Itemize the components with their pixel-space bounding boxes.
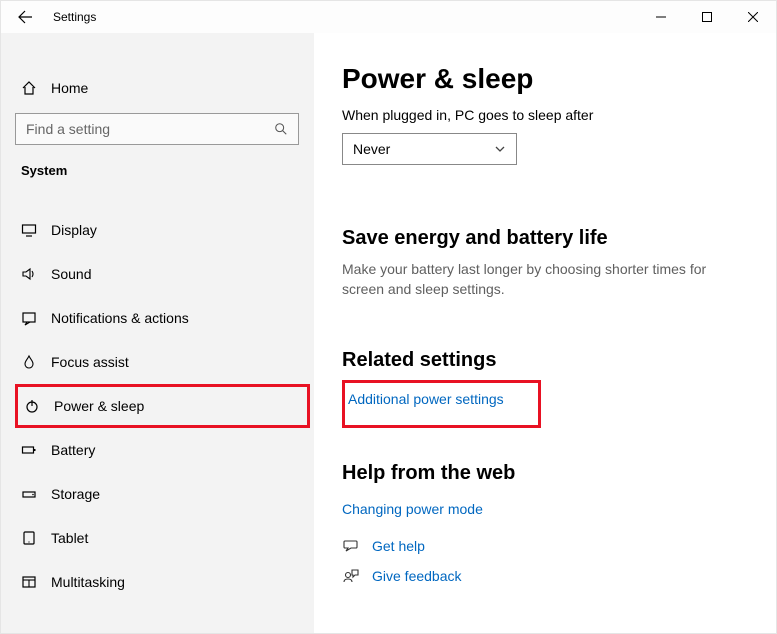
sidebar-item-label: Display (51, 222, 97, 238)
home-icon (21, 80, 51, 96)
search-input-container[interactable] (15, 113, 299, 145)
sidebar-item-display[interactable]: Display (15, 208, 310, 252)
sidebar-item-multitasking[interactable]: Multitasking (15, 560, 310, 604)
home-nav[interactable]: Home (15, 67, 310, 109)
sidebar-item-sound[interactable]: Sound (15, 252, 310, 296)
sidebar-item-label: Focus assist (51, 354, 129, 370)
home-label: Home (51, 80, 88, 96)
additional-power-settings-link[interactable]: Additional power settings (348, 391, 504, 407)
sidebar-item-power-sleep[interactable]: Power & sleep (15, 384, 310, 428)
get-help-link[interactable]: Get help (372, 538, 425, 554)
sidebar-item-label: Power & sleep (54, 398, 144, 414)
category-label: System (21, 163, 310, 178)
energy-heading: Save energy and battery life (342, 227, 748, 250)
storage-icon (21, 486, 51, 502)
window-title: Settings (53, 10, 96, 24)
tablet-icon (21, 530, 51, 546)
display-icon (21, 222, 51, 238)
multitasking-icon (21, 574, 51, 590)
minimize-button[interactable] (638, 1, 684, 33)
sidebar-item-label: Battery (51, 442, 95, 458)
sidebar: Home System Display Sound (1, 33, 314, 633)
sidebar-item-battery[interactable]: Battery (15, 428, 310, 472)
sidebar-item-label: Notifications & actions (51, 310, 189, 326)
sidebar-item-label: Tablet (51, 530, 88, 546)
maximize-icon (702, 12, 712, 22)
sidebar-item-storage[interactable]: Storage (15, 472, 310, 516)
related-heading: Related settings (342, 349, 748, 372)
arrow-left-icon (17, 9, 33, 25)
changing-power-mode-link[interactable]: Changing power mode (342, 501, 483, 517)
sleep-timeout-select[interactable]: Never (342, 133, 517, 165)
sidebar-item-label: Storage (51, 486, 100, 502)
search-icon (274, 122, 288, 136)
sidebar-item-tablet[interactable]: Tablet (15, 516, 310, 560)
sidebar-item-label: Multitasking (51, 574, 125, 590)
battery-icon (21, 442, 51, 458)
help-heading: Help from the web (342, 462, 748, 485)
feedback-icon (342, 567, 372, 585)
search-input[interactable] (26, 121, 256, 137)
power-icon (24, 398, 54, 414)
chevron-down-icon (494, 143, 506, 155)
give-feedback-link[interactable]: Give feedback (372, 568, 462, 584)
sidebar-item-notifications[interactable]: Notifications & actions (15, 296, 310, 340)
get-help-row[interactable]: Get help (342, 537, 748, 555)
sound-icon (21, 266, 51, 282)
close-button[interactable] (730, 1, 776, 33)
back-button[interactable] (7, 1, 43, 33)
select-value: Never (353, 141, 390, 157)
give-feedback-row[interactable]: Give feedback (342, 567, 748, 585)
page-title: Power & sleep (342, 63, 748, 95)
minimize-icon (656, 12, 666, 22)
energy-text: Make your battery last longer by choosin… (342, 260, 712, 299)
sidebar-item-label: Sound (51, 266, 91, 282)
titlebar: Settings (1, 1, 776, 33)
get-help-icon (342, 537, 372, 555)
close-icon (748, 12, 758, 22)
main-panel: Power & sleep When plugged in, PC goes t… (314, 33, 776, 633)
notifications-icon (21, 310, 51, 326)
plugged-in-label: When plugged in, PC goes to sleep after (342, 107, 748, 123)
additional-power-settings-highlight: Additional power settings (342, 380, 541, 428)
maximize-button[interactable] (684, 1, 730, 33)
focus-assist-icon (21, 354, 51, 370)
sidebar-item-focus-assist[interactable]: Focus assist (15, 340, 310, 384)
